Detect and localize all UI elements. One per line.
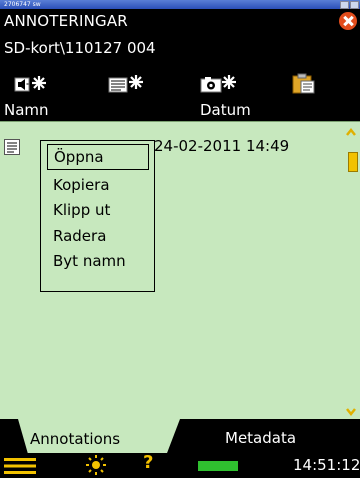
menu-item-cut[interactable]: Klipp ut xyxy=(41,197,154,223)
annotation-list[interactable]: 24-02-2011 14:49 Öppna Kopiera Klipp ut … xyxy=(0,121,360,420)
battery-indicator xyxy=(198,461,238,471)
menu-item-rename[interactable]: Byt namn xyxy=(41,248,154,274)
scroll-thumb[interactable] xyxy=(348,152,358,172)
new-audio-note-icon[interactable] xyxy=(14,73,50,95)
menu-icon[interactable] xyxy=(4,457,36,475)
text-note-icon xyxy=(4,139,20,155)
column-name[interactable]: Namn xyxy=(4,101,49,119)
window-titlebar: 2706747 sw xyxy=(0,0,360,9)
menu-item-delete[interactable]: Radera xyxy=(41,223,154,249)
new-photo-icon[interactable] xyxy=(200,73,238,95)
menu-item-open[interactable]: Öppna xyxy=(47,144,149,170)
window-close-button[interactable] xyxy=(350,1,359,9)
new-text-note-icon[interactable] xyxy=(108,73,146,95)
folder-path: SD-kort\110127 004 xyxy=(4,39,156,57)
column-header: Namn Datum xyxy=(0,99,360,121)
paste-icon[interactable] xyxy=(290,73,320,95)
tab-annotations[interactable]: Annotations xyxy=(18,419,180,453)
header: ANNOTERINGAR SD-kort\110127 004 xyxy=(0,9,360,69)
toolbar xyxy=(0,69,360,99)
brightness-icon[interactable] xyxy=(86,455,106,475)
clock: 14:51:12 xyxy=(293,456,360,474)
context-menu: Öppna Kopiera Klipp ut Radera Byt namn xyxy=(40,140,155,292)
window-caption: 2706747 sw xyxy=(4,1,41,8)
scroll-down-icon[interactable] xyxy=(346,408,356,416)
tab-bar: Annotations Metadata xyxy=(0,419,360,453)
close-button[interactable] xyxy=(339,12,357,30)
column-date[interactable]: Datum xyxy=(200,101,251,119)
row-date: 24-02-2011 14:49 xyxy=(154,137,290,155)
scroll-up-icon[interactable] xyxy=(346,128,356,136)
scrollbar[interactable] xyxy=(342,122,360,420)
page-title: ANNOTERINGAR xyxy=(4,12,128,30)
minimize-button[interactable] xyxy=(340,1,349,9)
menu-item-copy[interactable]: Kopiera xyxy=(41,172,154,198)
status-bar: ? 14:51:12 xyxy=(0,452,360,478)
help-icon[interactable]: ? xyxy=(143,452,153,473)
app: 2706747 sw ANNOTERINGAR SD-kort\110127 0… xyxy=(0,0,360,478)
